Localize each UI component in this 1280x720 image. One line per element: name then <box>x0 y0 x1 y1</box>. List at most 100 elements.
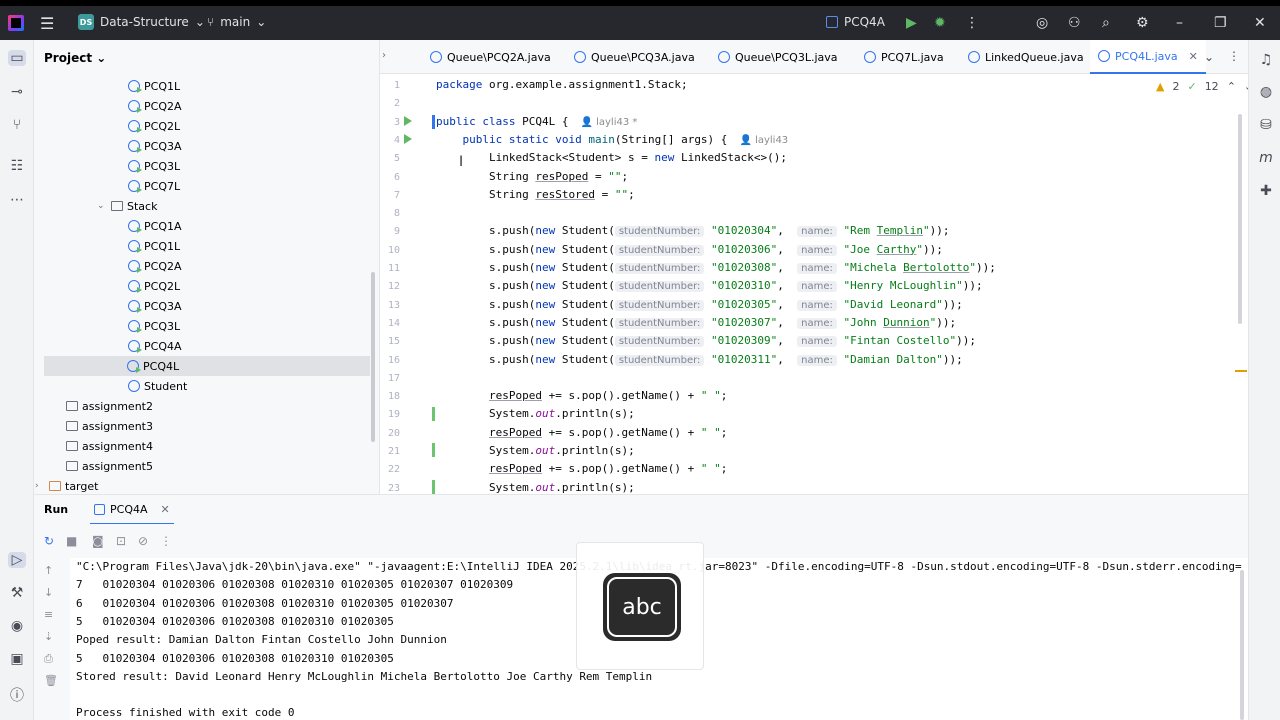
code-line[interactable]: public static void main(String[] args) {… <box>436 133 789 146</box>
terminal-icon[interactable]: ▣ <box>8 651 26 667</box>
ai-chat-icon[interactable]: ◍ <box>1257 84 1275 100</box>
tree-item[interactable]: PCQ2L <box>128 116 180 136</box>
tree-item[interactable]: ⌄ Stack <box>97 196 157 216</box>
tree-item[interactable]: PCQ7L <box>128 176 180 196</box>
add-user-icon[interactable]: ⚇ <box>1068 15 1081 31</box>
commit-icon[interactable]: ⊸ <box>8 84 26 100</box>
code-line[interactable]: s.push(new Student(studentNumber: "01020… <box>436 298 963 311</box>
code-line[interactable]: resPoped += s.pop().getName() + " "; <box>436 462 727 475</box>
more-icon[interactable]: ⋮ <box>965 15 979 31</box>
console-scrollbar[interactable] <box>1240 570 1244 720</box>
more-tools-icon[interactable]: ⋯ <box>8 192 26 208</box>
settings-gear-icon[interactable]: ⚙ <box>1136 15 1149 31</box>
branch-selector[interactable]: ⑂ main ⌄ <box>207 15 266 29</box>
scroll-to-end-icon[interactable]: ⇣ <box>44 630 53 643</box>
more-icon[interactable]: ⋮ <box>160 534 172 548</box>
editor-scrollbar[interactable] <box>1238 114 1242 324</box>
tree-item[interactable]: PCQ1L <box>128 76 180 96</box>
tree-item[interactable]: › target <box>35 476 98 494</box>
soft-wrap-icon[interactable]: ≡ <box>44 608 53 621</box>
tree-item[interactable]: PCQ1L <box>128 236 180 256</box>
build-hammer-icon[interactable]: ⚒ <box>8 585 26 601</box>
close-tab-icon[interactable]: ✕ <box>1189 50 1198 63</box>
code-line[interactable]: resPoped += s.pop().getName() + " "; <box>436 389 727 402</box>
project-selector[interactable]: DS Data-Structure ⌄ <box>78 14 205 30</box>
run-main-gutter-icon[interactable] <box>404 134 412 144</box>
code-line[interactable]: s.push(new Student(studentNumber: "01020… <box>436 279 983 293</box>
editor-tab[interactable]: Queue\PCQ3A.java <box>566 40 703 74</box>
tabs-scroll-left-icon[interactable]: › <box>382 50 386 61</box>
gradle-icon[interactable]: ✚ <box>1257 183 1275 199</box>
tabs-more-icon[interactable]: ⋮ <box>1228 49 1240 63</box>
pull-requests-icon[interactable]: ⑂ <box>8 117 26 133</box>
expand-arrow-icon[interactable]: › <box>35 481 45 491</box>
tree-item[interactable]: PCQ4A <box>128 336 182 356</box>
prev-highlight-icon[interactable]: ⌃ <box>1227 80 1236 93</box>
code-line[interactable]: System.out.println(s); <box>436 481 635 494</box>
run-icon[interactable]: ▶ <box>906 15 917 31</box>
tabs-dropdown-icon[interactable]: ⌄ <box>1204 50 1214 64</box>
debug-icon[interactable]: ✹ <box>934 15 946 31</box>
project-folder-icon[interactable]: ▭ <box>8 50 26 66</box>
code-line[interactable]: public class PCQ4L {👤 layli43 * <box>436 115 637 128</box>
search-icon[interactable]: ⌕ <box>1102 15 1110 31</box>
next-highlight-icon[interactable]: ⌄ <box>1244 80 1248 93</box>
code-line[interactable]: System.out.println(s); <box>436 407 635 420</box>
clear-trash-icon[interactable]: 🗑 <box>44 674 58 687</box>
tree-item[interactable]: Student <box>128 376 187 396</box>
tree-item[interactable]: PCQ2A <box>128 96 182 116</box>
code-line[interactable]: String resStored = ""; <box>436 188 635 201</box>
restore-layout-icon[interactable]: ⊡ <box>116 534 126 548</box>
tree-item[interactable]: assignment5 <box>66 456 153 476</box>
problems-icon[interactable]: ⓘ <box>8 685 26 705</box>
run-tab[interactable]: PCQ4A ✕ <box>90 495 174 525</box>
code-line[interactable]: s.push(new Student(studentNumber: "01020… <box>436 353 963 366</box>
scroll-up-icon[interactable]: ↑ <box>44 564 53 577</box>
code-line[interactable]: LinkedStack<Student> s = new LinkedStack… <box>436 151 787 164</box>
close-icon[interactable]: ✕ <box>1254 15 1266 31</box>
code-line[interactable]: System.out.println(s); <box>436 444 635 457</box>
tree-item[interactable]: PCQ3A <box>128 136 182 156</box>
ai-assistant-icon[interactable]: ◎ <box>1036 15 1048 31</box>
dump-threads-icon[interactable]: ⊘ <box>138 534 148 548</box>
tree-item[interactable]: PCQ3A <box>128 296 182 316</box>
camera-icon[interactable]: ◙ <box>92 534 104 548</box>
scroll-down-icon[interactable]: ↓ <box>44 586 53 599</box>
tree-item[interactable]: PCQ2L <box>128 276 180 296</box>
editor-tab[interactable]: PCQ4L.java ✕ <box>1090 40 1206 74</box>
run-class-gutter-icon[interactable] <box>404 116 412 126</box>
run-tool-icon[interactable]: ▷ <box>8 552 26 568</box>
code-line[interactable]: s.push(new Student(studentNumber: "01020… <box>436 224 950 238</box>
code-line[interactable]: s.push(new Student(studentNumber: "01020… <box>436 334 976 348</box>
editor-tab[interactable]: Queue\PCQ3L.java <box>710 40 846 74</box>
print-icon[interactable]: ⎙ <box>44 652 53 666</box>
tree-item[interactable]: PCQ1A <box>128 216 182 236</box>
tree-item[interactable]: PCQ4L <box>44 356 370 376</box>
run-config-selector[interactable]: PCQ4A <box>826 15 885 29</box>
inspection-widget[interactable]: ▲ 2 ✓ 12 ⌃ ⌄ <box>1156 80 1248 93</box>
code-line[interactable]: package org.example.assignment1.Stack; <box>436 78 688 91</box>
database-icon[interactable]: ⛁ <box>1257 117 1275 133</box>
maven-icon[interactable]: m <box>1257 150 1275 166</box>
editor-tab[interactable]: PCQ7L.java <box>856 40 952 74</box>
editor-tab[interactable]: Queue\PCQ2A.java <box>422 40 559 74</box>
stop-icon[interactable]: ■ <box>66 534 77 548</box>
editor-tab[interactable]: LinkedQueue.java <box>960 40 1092 74</box>
tree-item[interactable]: assignment4 <box>66 436 153 456</box>
tree-item[interactable]: assignment2 <box>66 396 153 416</box>
maximize-icon[interactable]: ❐ <box>1214 15 1227 31</box>
minimize-icon[interactable]: – <box>1176 15 1183 31</box>
main-menu-icon[interactable]: ☰ <box>40 14 54 33</box>
tree-item[interactable]: PCQ3L <box>128 316 180 336</box>
code-line[interactable]: s.push(new Student(studentNumber: "01020… <box>436 316 956 329</box>
tree-item[interactable]: PCQ3L <box>128 156 180 176</box>
notifications-bell-icon[interactable]: ♫ <box>1257 52 1275 68</box>
project-scrollbar[interactable] <box>371 272 375 442</box>
expand-arrow-icon[interactable]: ⌄ <box>97 201 107 211</box>
tree-item[interactable]: assignment3 <box>66 416 153 436</box>
project-panel-title[interactable]: Project ⌄ <box>44 51 106 65</box>
close-tab-icon[interactable]: ✕ <box>161 503 170 516</box>
services-icon[interactable]: ◉ <box>8 618 26 634</box>
code-line[interactable]: resPoped += s.pop().getName() + " "; <box>436 426 727 439</box>
tree-item[interactable]: PCQ2A <box>128 256 182 276</box>
